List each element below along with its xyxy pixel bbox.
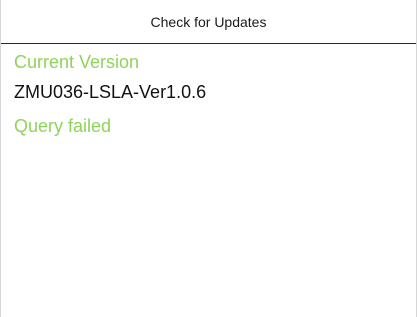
query-status: Query failed (14, 116, 112, 136)
update-content: Current Version ZMU036-LSLA-Ver1.0.6 Que… (14, 51, 406, 137)
current-version-value: ZMU036-LSLA-Ver1.0.6 (14, 82, 207, 102)
title-bar: Check for Updates (1, 0, 416, 44)
update-screen: Check for Updates Current Version ZMU036… (0, 0, 417, 317)
current-version-label: Current Version (14, 52, 140, 72)
page-title: Check for Updates (150, 13, 267, 30)
